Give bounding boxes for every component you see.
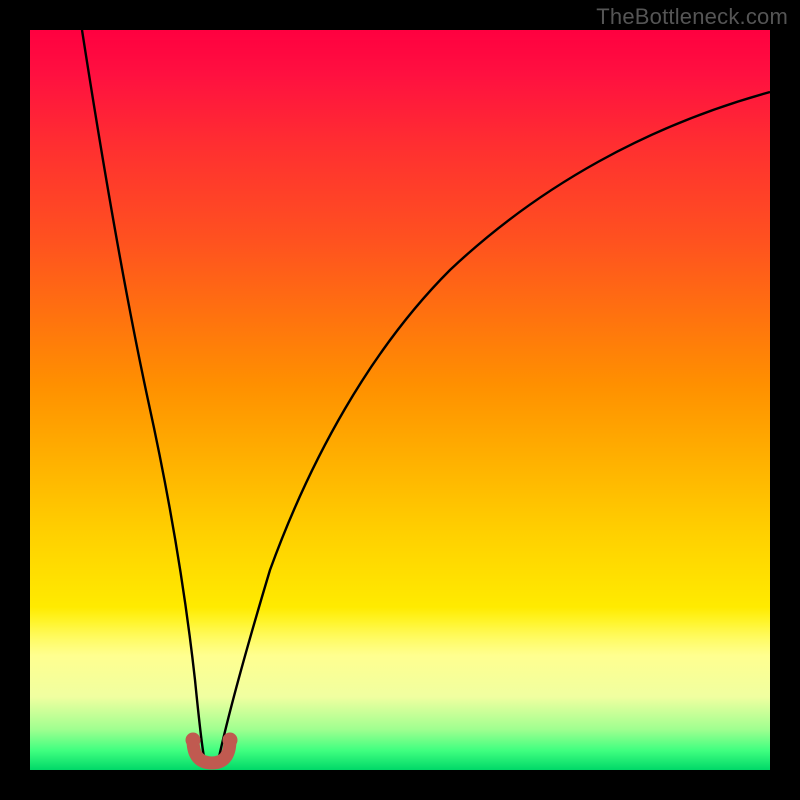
minimum-marker-dot-left	[186, 733, 201, 748]
plot-area	[30, 30, 770, 770]
curve-left-branch	[82, 30, 204, 757]
curve-layer	[30, 30, 770, 770]
attribution-text: TheBottleneck.com	[596, 4, 788, 30]
curve-right-branch	[219, 92, 770, 757]
minimum-marker-dot-right	[223, 733, 238, 748]
chart-frame: TheBottleneck.com	[0, 0, 800, 800]
